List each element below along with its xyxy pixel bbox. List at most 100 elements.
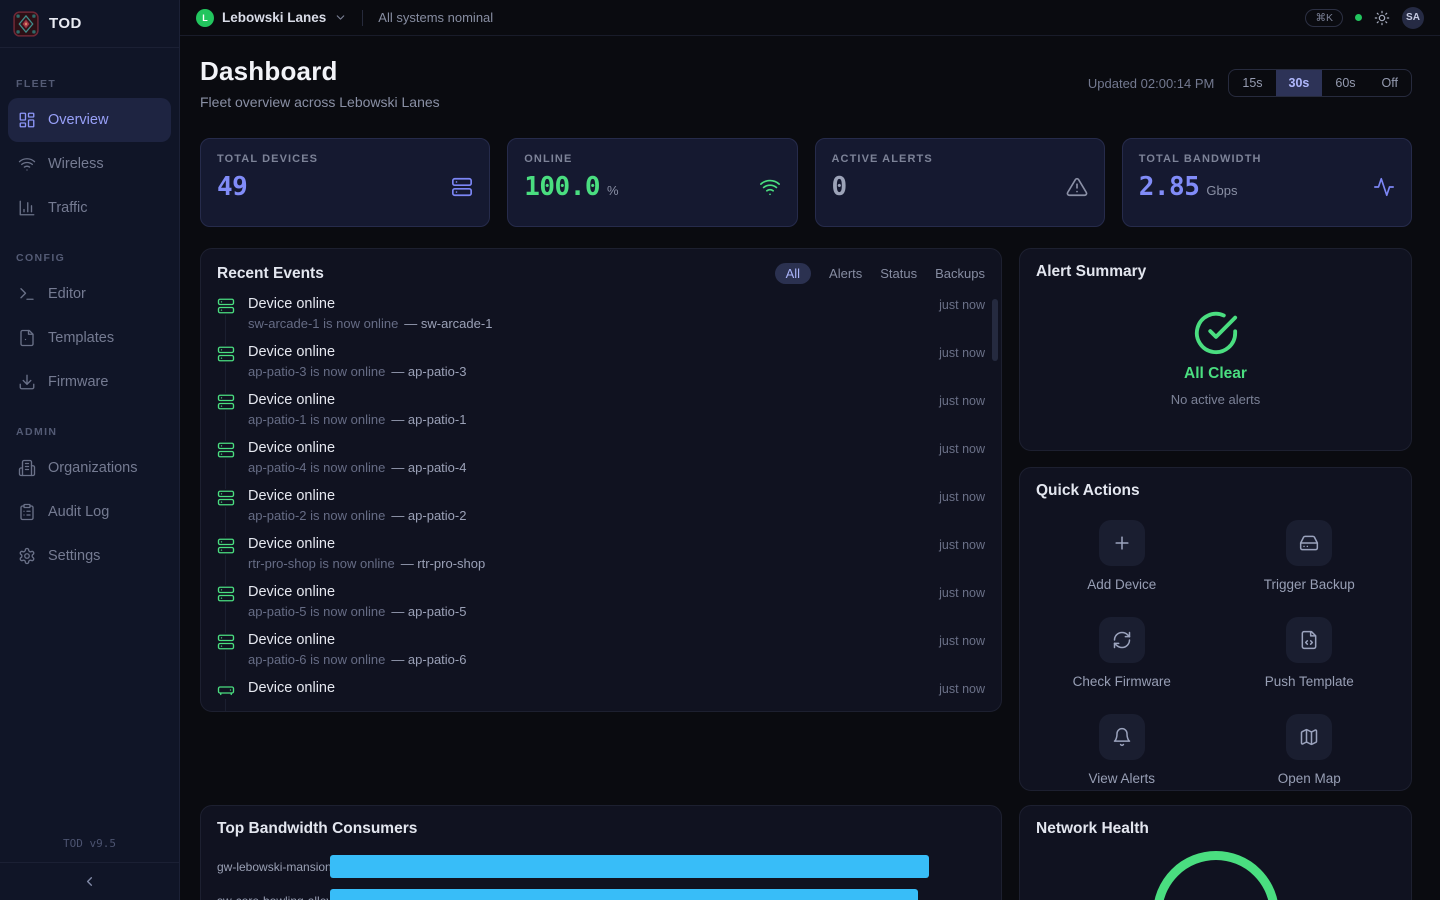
stat-value: 100.0 — [524, 172, 600, 202]
last-updated-text: Updated 02:00:14 PM — [1088, 76, 1214, 91]
quick-actions-panel: Quick Actions Add Device Trigger Backup — [1019, 467, 1412, 791]
event-title: Device online — [248, 296, 926, 312]
sidebar-item-editor[interactable]: Editor — [8, 272, 171, 316]
sidebar-item-label: Audit Log — [48, 504, 109, 520]
trigger-backup-button[interactable]: Trigger Backup — [1224, 520, 1396, 592]
sidebar-item-wireless[interactable]: Wireless — [8, 142, 171, 186]
event-detail — [248, 700, 926, 712]
stat-label: TOTAL BANDWIDTH — [1139, 153, 1395, 165]
sidebar-item-label: Traffic — [48, 200, 87, 216]
stat-value: 2.85 — [1139, 172, 1200, 202]
event-device-name: — ap-patio-1 — [391, 412, 466, 427]
sidebar-collapse-button[interactable] — [0, 862, 179, 900]
event-title: Device online — [248, 488, 926, 504]
event-device-name: — ap-patio-6 — [391, 652, 466, 667]
event-time: just now — [939, 346, 985, 360]
sidebar-item-settings[interactable]: Settings — [8, 534, 171, 578]
events-scrollbar[interactable] — [992, 299, 998, 361]
tab-backups[interactable]: Backups — [935, 266, 985, 281]
system-status-text: All systems nominal — [378, 10, 493, 25]
health-gauge: 100 — [1153, 851, 1279, 900]
quick-action-label: Push Template — [1265, 674, 1354, 689]
file-icon — [18, 329, 36, 347]
command-palette-button[interactable]: ⌘K — [1305, 9, 1343, 27]
sidebar-nav: FLEET Overview Wireless Traffic CONFIG — [0, 48, 179, 827]
event-detail: rtr-pro-shop is now online— rtr-pro-shop — [248, 556, 926, 571]
alert-status-text: All Clear — [1184, 365, 1247, 383]
bandwidth-device-label: sw-core-bowling-alley — [217, 894, 330, 900]
sidebar-item-overview[interactable]: Overview — [8, 98, 171, 142]
event-device-name: — sw-arcade-1 — [404, 316, 492, 331]
refresh-icon — [1112, 630, 1132, 650]
bandwidth-device-label: gw-lebowski-mansion — [217, 860, 330, 874]
sun-icon — [1374, 10, 1390, 26]
tab-status[interactable]: Status — [880, 266, 917, 281]
event-time: just now — [939, 538, 985, 552]
org-switcher[interactable]: L Lebowski Lanes — [196, 9, 347, 27]
add-device-button[interactable]: Add Device — [1036, 520, 1208, 592]
event-title: Device online — [248, 440, 926, 456]
sidebar-item-label: Settings — [48, 548, 100, 564]
network-health-title: Network Health — [1036, 820, 1395, 838]
sidebar-item-firmware[interactable]: Firmware — [8, 360, 171, 404]
event-device-name: — ap-patio-4 — [391, 460, 466, 475]
check-firmware-button[interactable]: Check Firmware — [1036, 617, 1208, 689]
server-icon — [217, 441, 235, 459]
quick-action-label: View Alerts — [1088, 771, 1155, 786]
event-title: Device online — [248, 536, 926, 552]
clipboard-icon — [18, 503, 36, 521]
open-map-button[interactable]: Open Map — [1224, 714, 1396, 786]
check-circle-icon — [1193, 310, 1239, 356]
event-time: just now — [939, 490, 985, 504]
radio-receiver-icon — [217, 681, 235, 699]
bandwidth-panel: Top Bandwidth Consumers gw-lebowski-mans… — [200, 805, 1002, 900]
right-column: Alert Summary All Clear No active alerts… — [1019, 248, 1412, 791]
topbar-right: ⌘K SA — [1305, 7, 1424, 29]
interval-off-button[interactable]: Off — [1369, 70, 1411, 96]
sidebar-item-templates[interactable]: Templates — [8, 316, 171, 360]
push-template-button[interactable]: Push Template — [1224, 617, 1396, 689]
sidebar-footer: TOD v9.5 — [0, 827, 179, 900]
event-detail: sw-arcade-1 is now online— sw-arcade-1 — [248, 316, 926, 331]
sidebar-item-label: Wireless — [48, 156, 104, 172]
page-head: Dashboard Fleet overview across Lebowski… — [200, 56, 1412, 110]
quick-action-label: Check Firmware — [1073, 674, 1171, 689]
server-icon — [217, 393, 235, 411]
interval-30s-button[interactable]: 30s — [1276, 70, 1323, 96]
dashboard-icon — [18, 111, 36, 129]
org-avatar: L — [196, 9, 214, 27]
stat-value: 49 — [217, 172, 247, 202]
interval-60s-button[interactable]: 60s — [1322, 70, 1368, 96]
event-title: Device online — [248, 392, 926, 408]
sidebar-item-audit-log[interactable]: Audit Log — [8, 490, 171, 534]
bar-chart-icon — [18, 199, 36, 217]
event-device-name: — ap-patio-3 — [391, 364, 466, 379]
event-detail: ap-patio-4 is now online— ap-patio-4 — [248, 460, 926, 475]
event-time: just now — [939, 586, 985, 600]
nav-section-fleet: FLEET — [16, 78, 163, 90]
event-row: Device online rtr-pro-shop is now online—… — [217, 536, 985, 584]
interval-15s-button[interactable]: 15s — [1229, 70, 1275, 96]
dashboard-content: Dashboard Fleet overview across Lebowski… — [180, 36, 1440, 900]
sidebar-item-traffic[interactable]: Traffic — [8, 186, 171, 230]
app-logo-row: TOD — [0, 0, 179, 48]
sidebar-item-label: Templates — [48, 330, 114, 346]
stat-value: 0 — [832, 172, 847, 202]
connection-status-dot — [1355, 14, 1362, 21]
network-health-panel: Network Health 100 — [1019, 805, 1412, 900]
chevron-down-icon — [334, 11, 347, 24]
user-avatar[interactable]: SA — [1402, 7, 1424, 29]
refresh-interval-control: 15s 30s 60s Off — [1228, 69, 1412, 97]
sidebar-item-organizations[interactable]: Organizations — [8, 446, 171, 490]
stat-card-total-bandwidth: TOTAL BANDWIDTH 2.85 Gbps — [1122, 138, 1412, 227]
theme-toggle-button[interactable] — [1374, 10, 1390, 26]
event-detail: ap-patio-3 is now online— ap-patio-3 — [248, 364, 926, 379]
sidebar-item-label: Organizations — [48, 460, 137, 476]
main-area: L Lebowski Lanes All systems nominal ⌘K … — [180, 0, 1440, 900]
stat-card-active-alerts: ACTIVE ALERTS 0 — [815, 138, 1105, 227]
tab-all[interactable]: All — [775, 263, 811, 284]
view-alerts-button[interactable]: View Alerts — [1036, 714, 1208, 786]
event-row: Device onlineap-patio-6 is now online— a… — [217, 632, 985, 680]
event-device-name: — ap-patio-2 — [391, 508, 466, 523]
tab-alerts[interactable]: Alerts — [829, 266, 862, 281]
